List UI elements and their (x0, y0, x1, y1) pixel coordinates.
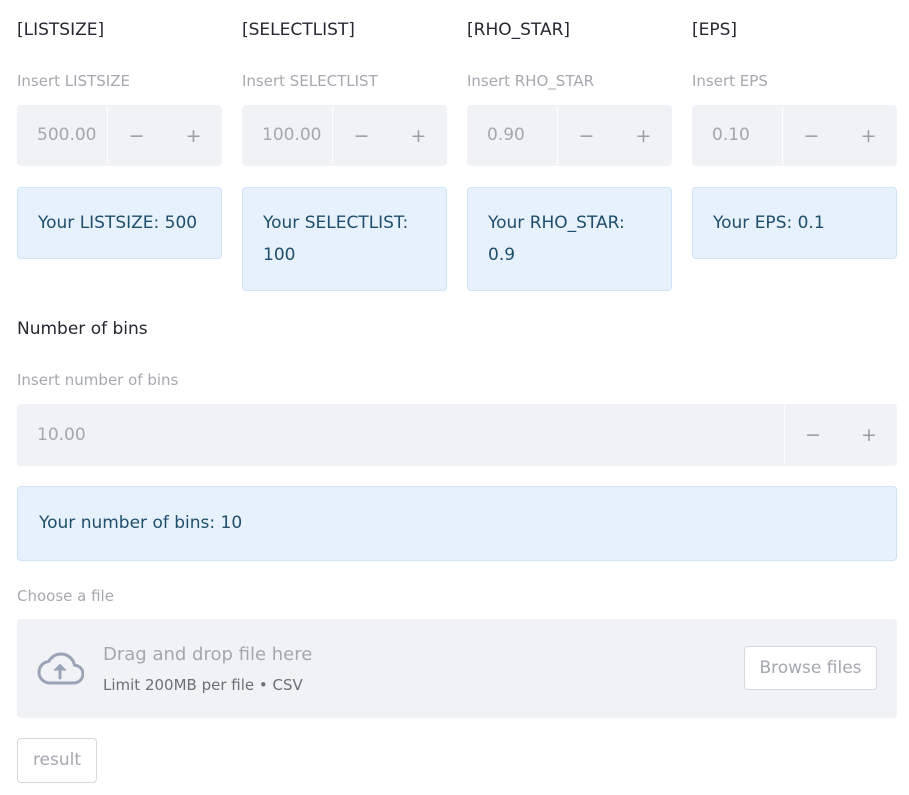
decrement-button[interactable]: − (783, 105, 840, 166)
selectlist-number-input: 100.00 − + (242, 105, 447, 166)
info-box: Your RHO_STAR: 0.9 (467, 187, 672, 291)
listsize-input-field[interactable]: 500.00 (19, 107, 108, 164)
selectlist-input-field[interactable]: 100.00 (244, 107, 333, 164)
info-box: Your LISTSIZE: 500 (17, 187, 222, 259)
decrement-button[interactable]: − (333, 105, 390, 166)
increment-button[interactable]: + (840, 105, 897, 166)
file-uploader-label: Choose a file (17, 587, 114, 605)
decrement-button[interactable]: − (108, 105, 165, 166)
bins-input-field[interactable]: 10.00 (19, 406, 785, 464)
plus-icon: + (635, 124, 652, 147)
param-label: Insert EPS (692, 72, 768, 90)
increment-button[interactable]: + (615, 105, 672, 166)
plus-icon: + (861, 424, 877, 446)
minus-icon: − (803, 124, 820, 147)
result-button[interactable]: result (17, 738, 97, 783)
file-dropzone[interactable]: Drag and drop file here Limit 200MB per … (17, 619, 897, 718)
dropzone-subtitle: Limit 200MB per file • CSV (103, 676, 303, 694)
page: [LISTSIZE] Insert LISTSIZE 500.00 − + Yo… (0, 0, 909, 795)
param-label: Insert LISTSIZE (17, 72, 130, 90)
param-heading: [SELECTLIST] (242, 20, 355, 40)
rho-star-input-field[interactable]: 0.90 (469, 107, 558, 164)
bins-number-input: 10.00 − + (17, 404, 897, 466)
param-heading: [EPS] (692, 20, 738, 40)
info-box: Your EPS: 0.1 (692, 187, 897, 259)
param-heading: [RHO_STAR] (467, 20, 571, 40)
eps-input-field[interactable]: 0.10 (694, 107, 783, 164)
param-label: Insert SELECTLIST (242, 72, 378, 90)
decrement-button[interactable]: − (785, 404, 841, 466)
dropzone-title: Drag and drop file here (103, 644, 313, 665)
param-heading: [LISTSIZE] (17, 20, 105, 40)
plus-icon: + (185, 124, 202, 147)
minus-icon: − (578, 124, 595, 147)
minus-icon: − (128, 124, 145, 147)
cloud-upload-icon (37, 652, 84, 685)
minus-icon: − (353, 124, 370, 147)
browse-files-button[interactable]: Browse files (744, 646, 877, 690)
plus-icon: + (860, 124, 877, 147)
eps-number-input: 0.10 − + (692, 105, 897, 166)
rho-star-number-input: 0.90 − + (467, 105, 672, 166)
increment-button[interactable]: + (390, 105, 447, 166)
minus-icon: − (805, 424, 821, 446)
increment-button[interactable]: + (165, 105, 222, 166)
increment-button[interactable]: + (841, 404, 897, 466)
bins-label: Insert number of bins (17, 371, 179, 389)
param-label: Insert RHO_STAR (467, 72, 595, 90)
info-box: Your SELECTLIST: 100 (242, 187, 447, 291)
bins-info-box: Your number of bins: 10 (17, 486, 897, 561)
bins-heading: Number of bins (17, 319, 148, 339)
listsize-number-input: 500.00 − + (17, 105, 222, 166)
plus-icon: + (410, 124, 427, 147)
decrement-button[interactable]: − (558, 105, 615, 166)
